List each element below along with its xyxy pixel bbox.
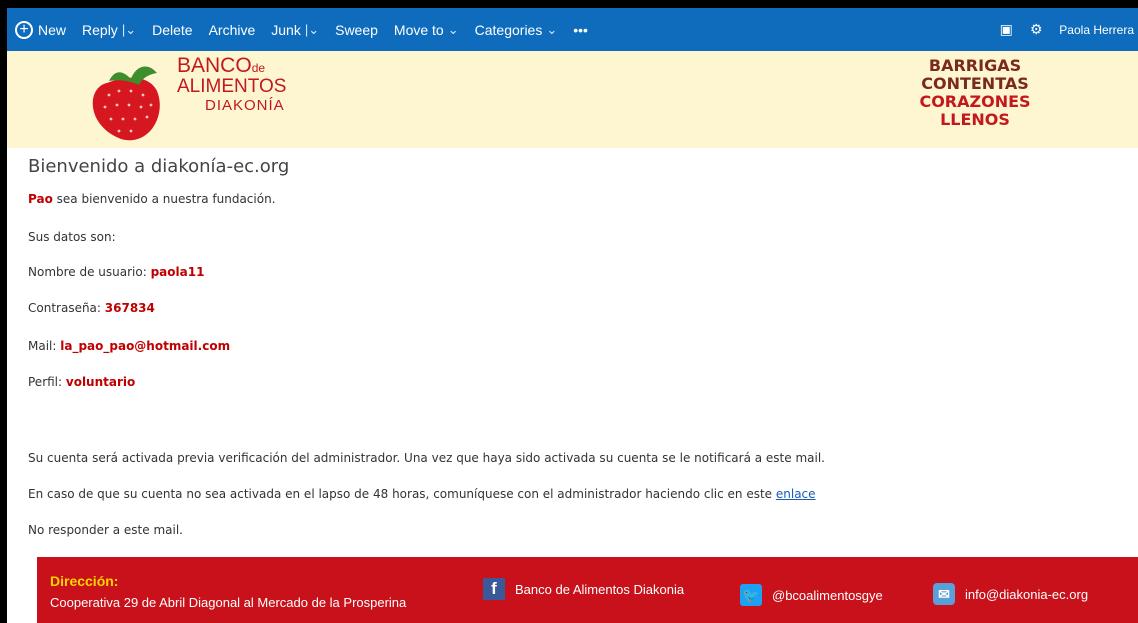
- username-value: paola11: [150, 265, 205, 279]
- categories-button[interactable]: Categories ⌄: [467, 8, 566, 51]
- email-body: Bienvenido a diakonía-ec.org Pao sea bie…: [28, 156, 1118, 537]
- no-reply-note: No responder a este mail.: [28, 523, 183, 537]
- campaign-line-3: CORAZONES: [919, 92, 1031, 111]
- mail-value: la_pao_pao@hotmail.com: [60, 339, 231, 353]
- banco-logo-text: BANCOde ALIMENTOS DIAKONÍA: [177, 54, 287, 116]
- more-button[interactable]: •••: [565, 8, 596, 51]
- archive-label: Archive: [208, 21, 256, 38]
- data-intro: Sus datos son:: [28, 230, 116, 244]
- activation-note: Su cuenta será activada previa verificac…: [28, 451, 825, 465]
- campaign-line-2: CONTENTAS: [921, 74, 1029, 93]
- email-link[interactable]: ✉ info@diakonia-ec.org: [933, 583, 1088, 605]
- sweep-button[interactable]: Sweep: [327, 8, 386, 51]
- mail-line: Mail: la_pao_pao@hotmail.com: [28, 339, 230, 353]
- reply-button[interactable]: Reply |⌄: [74, 8, 144, 51]
- email-footer: Dirección: Cooperativa 29 de Abril Diago…: [37, 557, 1138, 623]
- mail-icon: ✉: [933, 583, 955, 605]
- username-label: Nombre de usuario:: [28, 265, 151, 279]
- sweep-label: Sweep: [335, 21, 378, 38]
- reply-label: Reply: [82, 21, 118, 38]
- password-value: 367834: [104, 301, 155, 315]
- categories-label: Categories: [474, 21, 543, 38]
- email-banner: BANCOde ALIMENTOS DIAKONÍA BARRIGAS CONT…: [7, 51, 1138, 148]
- password-label: Contraseña:: [28, 301, 105, 315]
- greeting-name: Pao: [28, 192, 53, 206]
- campaign-line-4: LLENOS: [940, 110, 1010, 129]
- new-label: New: [38, 21, 67, 38]
- window-frame-top: [0, 0, 1138, 8]
- logo-diakonia: DIAKONÍA: [205, 97, 285, 114]
- profile-label: Perfil:: [28, 375, 66, 389]
- more-icon: •••: [573, 21, 588, 38]
- campaign-logo: BARRIGAS CONTENTAS CORAZONES LLENOS: [905, 57, 1045, 145]
- greeting-line: Pao sea bienvenido a nuestra fundación.: [28, 192, 276, 206]
- facebook-link[interactable]: f Banco de Alimentos Diakonia: [483, 578, 684, 600]
- contact-note-line: En caso de que su cuenta no sea activada…: [28, 487, 816, 501]
- profile-value: voluntario: [65, 375, 136, 389]
- junk-label: Junk: [271, 21, 301, 38]
- new-button[interactable]: + New: [7, 8, 74, 51]
- window-frame-left: [0, 0, 7, 623]
- user-name[interactable]: Paola Herrera: [1051, 23, 1138, 37]
- chat-icon[interactable]: ▣: [991, 21, 1021, 38]
- facebook-label: Banco de Alimentos Diakonia: [515, 581, 685, 597]
- contact-link[interactable]: enlace: [776, 487, 816, 501]
- chevron-down-icon[interactable]: |⌄: [305, 22, 319, 38]
- plus-icon: +: [15, 20, 33, 39]
- contact-note: En caso de que su cuenta no sea activada…: [28, 487, 776, 501]
- campaign-line-1: BARRIGAS: [928, 56, 1022, 75]
- logo-alimentos: ALIMENTOS: [177, 76, 287, 97]
- command-bar: + New Reply |⌄ Delete Archive Junk |⌄ Sw…: [7, 8, 1138, 51]
- gear-icon[interactable]: ⚙: [1021, 21, 1051, 38]
- toolbar-right: ▣ ⚙ Paola Herrera: [991, 8, 1138, 51]
- address-text: Cooperativa 29 de Abril Diagonal al Merc…: [50, 595, 407, 610]
- twitter-icon: 🐦: [740, 584, 762, 606]
- mail-label: Mail:: [28, 339, 61, 353]
- delete-label: Delete: [152, 21, 193, 38]
- twitter-label: @bcoalimentosgye: [772, 587, 883, 603]
- twitter-link[interactable]: 🐦 @bcoalimentosgye: [740, 584, 883, 606]
- move-to-button[interactable]: Move to ⌄: [386, 8, 467, 51]
- logo-de: de: [251, 61, 266, 75]
- chevron-down-icon: ⌄: [447, 21, 459, 37]
- delete-button[interactable]: Delete: [144, 8, 200, 51]
- profile-line: Perfil: voluntario: [28, 375, 135, 389]
- move-to-label: Move to: [393, 21, 444, 38]
- facebook-icon: f: [483, 578, 505, 600]
- logo-banco: BANCO: [177, 54, 252, 77]
- username-line: Nombre de usuario: paola11: [28, 265, 204, 279]
- junk-button[interactable]: Junk |⌄: [263, 8, 327, 51]
- chevron-down-icon: ⌄: [546, 21, 558, 37]
- password-line: Contraseña: 367834: [28, 301, 155, 315]
- chevron-down-icon[interactable]: |⌄: [122, 22, 136, 38]
- address-label: Dirección:: [50, 573, 119, 589]
- archive-button[interactable]: Archive: [201, 8, 264, 51]
- greeting-text: sea bienvenido a nuestra fundación.: [52, 192, 276, 206]
- email-title: Bienvenido a diakonía-ec.org: [28, 156, 290, 177]
- email-label: info@diakonia-ec.org: [965, 586, 1089, 602]
